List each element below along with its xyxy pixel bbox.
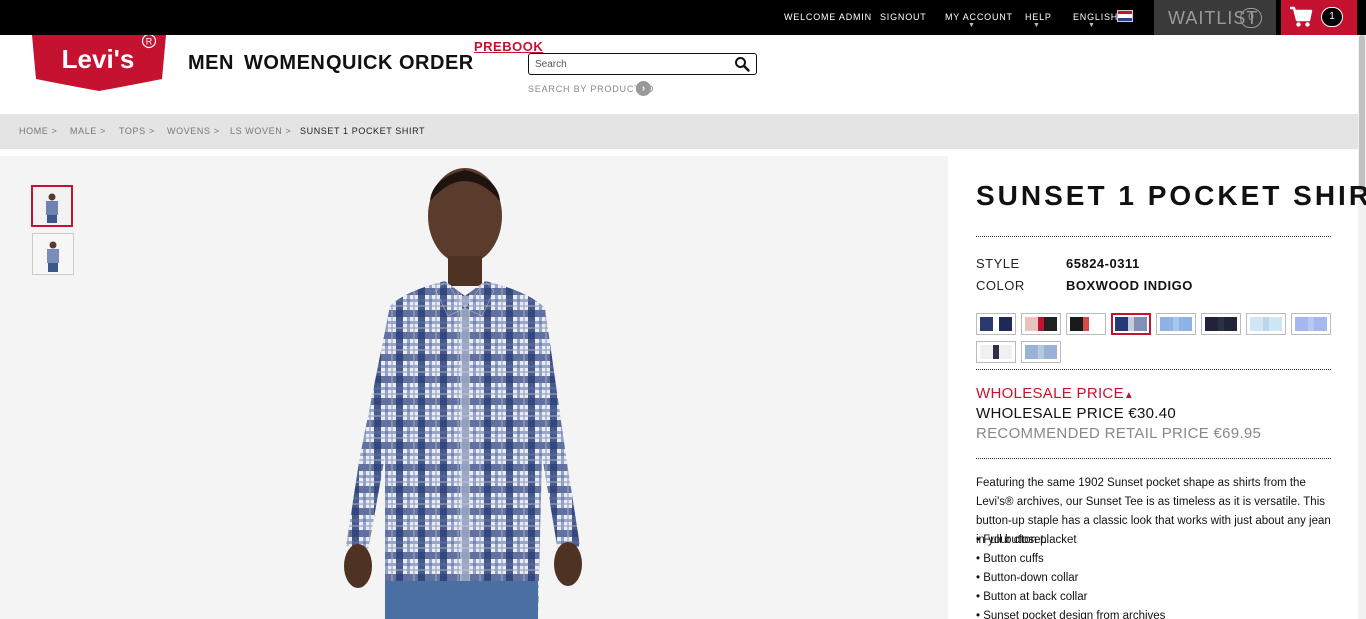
waitlist-count-badge: 0 bbox=[1240, 8, 1262, 28]
scrollbar-thumb[interactable] bbox=[1359, 35, 1365, 192]
search-icon[interactable] bbox=[734, 56, 750, 72]
cart-count-badge: 1 bbox=[1321, 7, 1343, 27]
color-swatch-2[interactable] bbox=[1021, 313, 1061, 335]
product-image-area bbox=[0, 156, 948, 619]
feature-item: Button-down collar bbox=[976, 569, 1165, 588]
divider bbox=[976, 458, 1331, 459]
product-title: SUNSET 1 POCKET SHIRT bbox=[976, 180, 1366, 211]
my-account-chevron-down-icon: ▼ bbox=[968, 22, 975, 29]
breadcrumb-wovens[interactable]: WOVENS > bbox=[167, 126, 220, 136]
nav-women[interactable]: WOMEN bbox=[244, 52, 325, 75]
feature-item: Full button placket bbox=[976, 531, 1165, 550]
breadcrumb-ls-woven[interactable]: LS WOVEN > bbox=[230, 126, 291, 136]
arrow-right-icon[interactable]: › bbox=[636, 81, 651, 96]
color-swatch-1[interactable] bbox=[976, 313, 1016, 335]
waitlist-button[interactable]: WAITLIST 0 bbox=[1154, 0, 1276, 35]
color-swatch-5[interactable] bbox=[1156, 313, 1196, 335]
feature-item: Button at back collar bbox=[976, 588, 1165, 607]
breadcrumb-tops[interactable]: TOPS > bbox=[119, 126, 155, 136]
help-link[interactable]: HELP bbox=[1025, 12, 1052, 22]
divider bbox=[976, 236, 1331, 237]
svg-text:R: R bbox=[146, 37, 153, 47]
breadcrumb-current: SUNSET 1 POCKET SHIRT bbox=[300, 126, 426, 136]
site-header: Levi's R MEN WOMEN QUICK ORDER PREBOOK S… bbox=[0, 35, 1358, 114]
divider bbox=[976, 369, 1331, 370]
color-swatch-4[interactable] bbox=[1111, 313, 1151, 335]
wholesale-price-toggle[interactable]: WHOLESALE PRICE▲ bbox=[976, 385, 1134, 402]
color-swatch-6[interactable] bbox=[1201, 313, 1241, 335]
product-thumbnail-2[interactable] bbox=[32, 233, 74, 275]
language-chevron-down-icon: ▼ bbox=[1088, 22, 1095, 29]
color-swatch-9[interactable] bbox=[976, 341, 1016, 363]
search-box bbox=[528, 53, 757, 75]
signout-link[interactable]: SIGNOUT bbox=[880, 12, 927, 22]
color-label: COLOR bbox=[976, 278, 1025, 293]
breadcrumb-male[interactable]: MALE > bbox=[70, 126, 106, 136]
help-chevron-down-icon: ▼ bbox=[1033, 22, 1040, 29]
cart-button[interactable]: 1 bbox=[1281, 0, 1357, 35]
page-scrollbar[interactable] bbox=[1358, 35, 1366, 619]
color-swatch-7[interactable] bbox=[1246, 313, 1286, 335]
color-swatch-3[interactable] bbox=[1066, 313, 1106, 335]
breadcrumb-home[interactable]: HOME > bbox=[19, 126, 57, 136]
search-input[interactable] bbox=[535, 56, 730, 72]
nav-quick-order[interactable]: QUICK ORDER bbox=[326, 52, 474, 75]
levis-logo[interactable]: Levi's R bbox=[32, 35, 166, 91]
prebook-link[interactable]: PREBOOK bbox=[474, 39, 543, 54]
style-value: 65824-0311 bbox=[1066, 256, 1140, 271]
color-value: BOXWOOD INDIGO bbox=[1066, 278, 1193, 293]
color-swatch-8[interactable] bbox=[1291, 313, 1331, 335]
welcome-text: WELCOME ADMIN bbox=[784, 12, 872, 22]
recommended-retail-price: RECOMMENDED RETAIL PRICE €69.95 bbox=[976, 425, 1262, 442]
product-main-image[interactable] bbox=[330, 156, 630, 619]
cart-icon bbox=[1290, 6, 1313, 27]
my-account-link[interactable]: MY ACCOUNT bbox=[945, 12, 1013, 22]
chevron-up-icon: ▲ bbox=[1123, 390, 1135, 401]
logo-text: Levi's bbox=[62, 44, 135, 74]
feature-item: Sunset pocket design from archives bbox=[976, 607, 1165, 619]
netherlands-flag-icon[interactable] bbox=[1117, 10, 1133, 22]
breadcrumb: HOME > MALE > TOPS > WOVENS > LS WOVEN >… bbox=[0, 114, 1358, 149]
product-thumbnail-1[interactable] bbox=[31, 185, 73, 227]
nav-men[interactable]: MEN bbox=[188, 52, 234, 75]
top-bar: WELCOME ADMIN SIGNOUT MY ACCOUNT ▼ HELP … bbox=[0, 0, 1366, 35]
wholesale-price: WHOLESALE PRICE €30.40 bbox=[976, 405, 1177, 422]
color-swatch-10[interactable] bbox=[1021, 341, 1061, 363]
style-label: STYLE bbox=[976, 256, 1020, 271]
product-features: Full button placket Button cuffs Button-… bbox=[976, 531, 1165, 619]
feature-item: Button cuffs bbox=[976, 550, 1165, 569]
language-selector[interactable]: ENGLISH bbox=[1073, 12, 1118, 22]
